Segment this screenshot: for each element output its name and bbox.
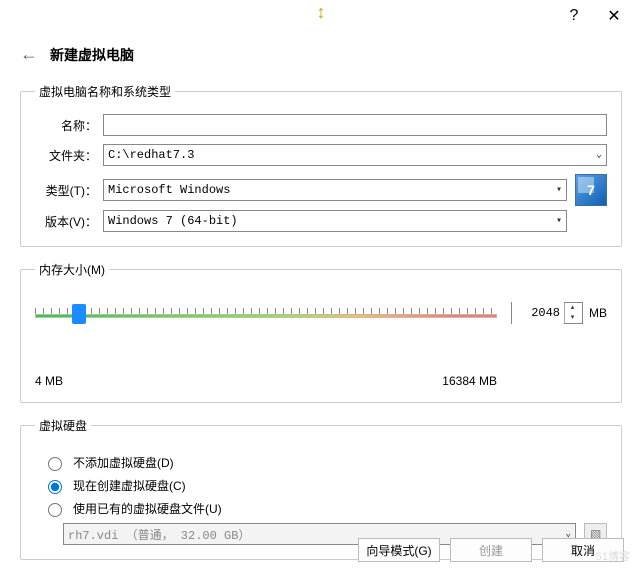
folder-label: 文件夹： (35, 147, 103, 164)
radio-existing-disk-label: 使用已有的虚拟硬盘文件(U) (73, 500, 222, 517)
radio-create-disk-label: 现在创建虚拟硬盘(C) (73, 477, 186, 494)
group-memory-legend: 内存大小(M) (35, 261, 109, 278)
existing-disk-value: rh7.vdi （普通， 32.00 GB） (68, 526, 250, 543)
dialog-header: ← 新建虚拟电脑 (0, 32, 642, 83)
radio-no-disk-input[interactable] (48, 457, 62, 471)
group-disk-legend: 虚拟硬盘 (35, 417, 91, 434)
folder-combo[interactable]: C:\redhat7.3 ⌄ (103, 144, 607, 166)
chevron-down-icon: ⌄ (596, 149, 602, 161)
group-name-type: 虚拟电脑名称和系统类型 名称： 文件夹： C:\redhat7.3 ⌄ 类型(T… (20, 83, 622, 247)
slider-thumb[interactable] (72, 304, 86, 324)
memory-max-label: 16384 MB (442, 374, 497, 388)
name-input[interactable] (103, 114, 607, 136)
memory-min-label: 4 MB (35, 374, 63, 388)
type-value: Microsoft Windows (108, 183, 230, 197)
version-label: 版本(V)： (35, 213, 103, 230)
radio-no-disk-label: 不添加虚拟硬盘(D) (73, 454, 174, 471)
back-button[interactable]: ← (20, 44, 38, 65)
radio-existing-disk[interactable]: 使用已有的虚拟硬盘文件(U) (43, 500, 607, 517)
os-icon-label: 7 (587, 182, 595, 198)
help-button[interactable]: ? (554, 0, 594, 32)
version-select[interactable]: Windows 7 (64-bit) ▾ (103, 210, 567, 232)
dialog-title: 新建虚拟电脑 (50, 45, 134, 65)
guided-mode-button[interactable]: 向导模式(G) (358, 538, 440, 562)
create-button[interactable]: 创建 (450, 538, 532, 562)
memory-spinner[interactable]: ▴ ▾ (511, 302, 583, 324)
group-memory: 内存大小(M) 4 MB 16384 MB ▴ ▾ (20, 261, 622, 403)
radio-existing-disk-input[interactable] (48, 503, 62, 517)
radio-create-disk[interactable]: 现在创建虚拟硬盘(C) (43, 477, 607, 494)
memory-unit: MB (589, 306, 607, 320)
type-label: 类型(T)： (35, 182, 103, 199)
cancel-button[interactable]: 取消 (542, 538, 624, 562)
spinner-down-icon[interactable]: ▾ (565, 313, 580, 323)
folder-value: C:\redhat7.3 (108, 148, 194, 162)
chevron-down-icon: ▾ (556, 215, 562, 227)
memory-input[interactable] (512, 302, 564, 324)
type-select[interactable]: Microsoft Windows ▾ (103, 179, 567, 201)
radio-create-disk-input[interactable] (48, 480, 62, 494)
spinner-up-icon[interactable]: ▴ (565, 303, 580, 313)
resize-cursor-icon: ↕ (317, 2, 326, 23)
radio-no-disk[interactable]: 不添加虚拟硬盘(D) (43, 454, 607, 471)
group-name-type-legend: 虚拟电脑名称和系统类型 (35, 83, 175, 100)
chevron-down-icon: ▾ (556, 184, 562, 196)
version-value: Windows 7 (64-bit) (108, 214, 238, 228)
slider-track (35, 314, 497, 318)
os-icon: 7 (575, 174, 607, 206)
name-label: 名称： (35, 117, 103, 134)
dialog-footer: 向导模式(G) 创建 取消 (358, 538, 624, 562)
close-button[interactable]: ✕ (594, 0, 634, 32)
memory-slider[interactable] (35, 298, 497, 334)
